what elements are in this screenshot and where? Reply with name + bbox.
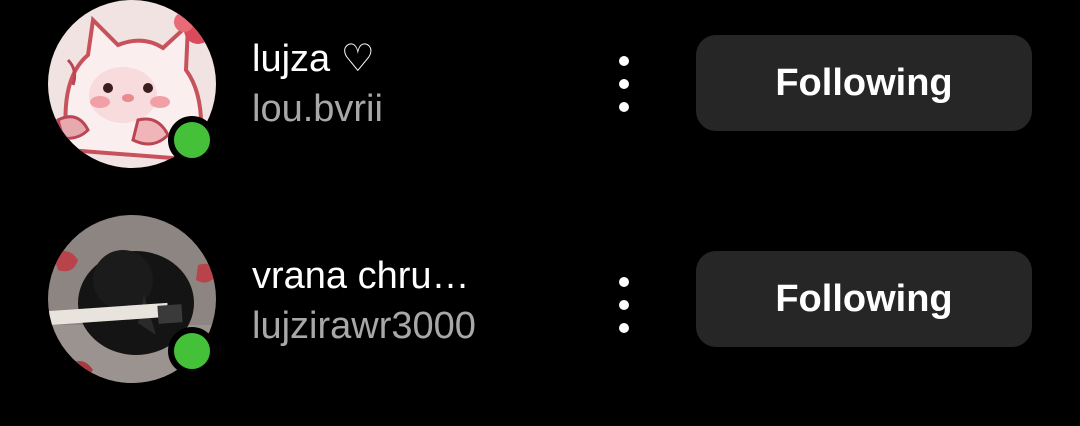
more-options-button[interactable] xyxy=(604,56,644,112)
more-dot xyxy=(619,102,629,112)
display-name: vrana chru… xyxy=(252,255,470,297)
display-name: lujza ♡ xyxy=(252,38,375,80)
user-names[interactable]: vrana chru… lujzirawr3000 xyxy=(252,253,476,349)
online-status-indicator xyxy=(168,116,216,164)
username: lujzirawr3000 xyxy=(252,305,476,347)
more-dot xyxy=(619,300,629,310)
avatar[interactable] xyxy=(48,0,216,168)
more-dot xyxy=(619,277,629,287)
list-item: vrana chru… lujzirawr3000 Following xyxy=(0,215,1080,385)
username: lou.bvrii xyxy=(252,88,383,130)
more-dot xyxy=(619,79,629,89)
avatar[interactable] xyxy=(48,215,216,383)
following-button[interactable]: Following xyxy=(696,251,1032,347)
online-status-indicator xyxy=(168,327,216,375)
following-list: lujza ♡ lou.bvrii Following vrana chru… … xyxy=(0,0,1080,426)
more-dot xyxy=(619,56,629,66)
list-item: lujza ♡ lou.bvrii Following xyxy=(0,0,1080,170)
user-names[interactable]: lujza ♡ lou.bvrii xyxy=(252,36,383,132)
following-button[interactable]: Following xyxy=(696,35,1032,131)
more-options-button[interactable] xyxy=(604,277,644,333)
more-dot xyxy=(619,323,629,333)
